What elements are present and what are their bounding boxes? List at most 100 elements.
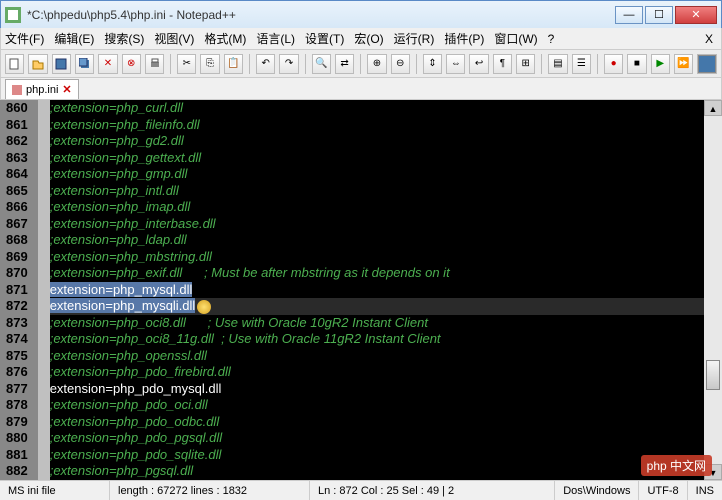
menu-settings[interactable]: 设置(T) (305, 30, 344, 47)
separator (249, 54, 250, 74)
code-line[interactable]: extension=php_mysqli.dll (50, 298, 704, 315)
status-encoding[interactable]: UTF-8 (639, 481, 687, 500)
print-button[interactable] (145, 54, 164, 74)
editor: 8608618628638648658668678688698708718728… (0, 100, 722, 480)
menu-file[interactable]: 文件(F) (5, 30, 44, 47)
tab-close-icon[interactable]: ✕ (62, 83, 71, 96)
cursor-indicator-icon (197, 300, 211, 314)
open-file-button[interactable] (28, 54, 47, 74)
zoom-in-button[interactable]: ⊕ (367, 54, 386, 74)
save-button[interactable] (52, 54, 71, 74)
menu-plugins[interactable]: 插件(P) (444, 30, 484, 47)
toolbar: ✕ ⊗ ✂ ⎘ 📋 ↶ ↷ 🔍 ⇄ ⊕ ⊖ ⇕ ⇔ ↩ ¶ ⊞ ▤ ☰ ● ■ … (0, 50, 722, 78)
vertical-scrollbar: ▲ ▼ (704, 100, 722, 480)
scroll-up-button[interactable]: ▲ (704, 100, 722, 116)
menu-x[interactable]: X (705, 32, 713, 46)
tab-bar: php.ini ✕ (0, 78, 722, 100)
code-line[interactable]: ;extension=php_fileinfo.dll (50, 117, 704, 134)
code-line[interactable]: ;extension=php_gmp.dll (50, 166, 704, 183)
file-modified-icon (12, 85, 22, 95)
code-line[interactable]: ;extension=php_mbstring.dll (50, 249, 704, 266)
separator (305, 54, 306, 74)
doc-map-button[interactable]: ▤ (548, 54, 567, 74)
menu-edit[interactable]: 编辑(E) (54, 30, 94, 47)
cut-button[interactable]: ✂ (177, 54, 196, 74)
code-line[interactable]: ;extension=php_imap.dll (50, 199, 704, 216)
code-line[interactable]: ;extension=php_pdo_sqlite.dll (50, 447, 704, 464)
code-line[interactable]: ;extension=php_exif.dll ; Must be after … (50, 265, 704, 282)
status-eol[interactable]: Dos\Windows (555, 481, 639, 500)
line-number-gutter: 8608618628638648658668678688698708718728… (0, 100, 34, 480)
stop-button[interactable]: ■ (627, 54, 646, 74)
sync-v-button[interactable]: ⇕ (423, 54, 442, 74)
window-buttons: — ☐ ✕ (615, 6, 717, 24)
status-insert-mode[interactable]: INS (688, 481, 722, 500)
copy-button[interactable]: ⎘ (200, 54, 219, 74)
save-macro-button[interactable] (697, 54, 717, 74)
code-line[interactable]: ;extension=php_openssl.dll (50, 348, 704, 365)
fold-margin (38, 100, 50, 480)
status-filetype: MS ini file (0, 481, 110, 500)
paste-button[interactable]: 📋 (224, 54, 243, 74)
close-all-button[interactable]: ⊗ (122, 54, 141, 74)
separator (597, 54, 598, 74)
menu-search[interactable]: 搜索(S) (104, 30, 144, 47)
code-line[interactable]: ;extension=php_oci8_11g.dll ; Use with O… (50, 331, 704, 348)
code-line[interactable]: ;extension=php_interbase.dll (50, 216, 704, 233)
menu-bar: 文件(F) 编辑(E) 搜索(S) 视图(V) 格式(M) 语言(L) 设置(T… (0, 28, 722, 50)
replace-button[interactable]: ⇄ (335, 54, 354, 74)
title-bar: *C:\phpedu\php5.4\php.ini - Notepad++ — … (0, 0, 722, 28)
func-list-button[interactable]: ☰ (572, 54, 591, 74)
minimize-button[interactable]: — (615, 6, 643, 24)
code-line[interactable]: ;extension=php_pdo_firebird.dll (50, 364, 704, 381)
code-area[interactable]: ;extension=php_curl.dll;extension=php_fi… (50, 100, 704, 480)
zoom-out-button[interactable]: ⊖ (391, 54, 410, 74)
tab-php-ini[interactable]: php.ini ✕ (5, 79, 79, 99)
code-line[interactable]: ;extension=php_oci8.dll ; Use with Oracl… (50, 315, 704, 332)
save-all-button[interactable] (75, 54, 94, 74)
code-line[interactable]: ;extension=php_gettext.dll (50, 150, 704, 167)
scroll-thumb[interactable] (706, 360, 720, 390)
find-button[interactable]: 🔍 (312, 54, 331, 74)
code-line[interactable]: ;extension=php_intl.dll (50, 183, 704, 200)
separator (416, 54, 417, 74)
record-button[interactable]: ● (604, 54, 623, 74)
menu-help[interactable]: ? (548, 32, 555, 46)
close-button[interactable]: ✕ (675, 6, 717, 24)
indent-guide-button[interactable]: ⊞ (516, 54, 535, 74)
window-title: *C:\phpedu\php5.4\php.ini - Notepad++ (27, 8, 615, 22)
code-line[interactable]: ;extension=php_pdo_oci.dll (50, 397, 704, 414)
menu-view[interactable]: 视图(V) (154, 30, 194, 47)
play-multi-button[interactable]: ⏩ (674, 54, 693, 74)
app-icon (5, 7, 21, 23)
undo-button[interactable]: ↶ (256, 54, 275, 74)
code-line[interactable]: ;extension=php_pgsql.dll (50, 463, 704, 480)
menu-format[interactable]: 格式(M) (204, 30, 246, 47)
code-line[interactable]: extension=php_pdo_mysql.dll (50, 381, 704, 398)
code-line[interactable]: ;extension=php_curl.dll (50, 100, 704, 117)
watermark: php 中文网 (641, 455, 712, 476)
code-line[interactable]: ;extension=php_pdo_odbc.dll (50, 414, 704, 431)
menu-window[interactable]: 窗口(W) (494, 30, 537, 47)
maximize-button[interactable]: ☐ (645, 6, 673, 24)
menu-run[interactable]: 运行(R) (394, 30, 435, 47)
new-file-button[interactable] (5, 54, 24, 74)
whitespace-button[interactable]: ¶ (493, 54, 512, 74)
separator (360, 54, 361, 74)
status-length: length : 67272 lines : 1832 (110, 481, 310, 500)
separator (541, 54, 542, 74)
menu-lang[interactable]: 语言(L) (256, 30, 295, 47)
redo-button[interactable]: ↷ (279, 54, 298, 74)
sync-h-button[interactable]: ⇔ (446, 54, 465, 74)
wrap-button[interactable]: ↩ (469, 54, 488, 74)
code-line[interactable]: ;extension=php_pdo_pgsql.dll (50, 430, 704, 447)
menu-macro[interactable]: 宏(O) (354, 30, 383, 47)
status-bar: MS ini file length : 67272 lines : 1832 … (0, 480, 722, 500)
code-line[interactable]: extension=php_mysql.dll (50, 282, 704, 299)
code-line[interactable]: ;extension=php_gd2.dll (50, 133, 704, 150)
play-button[interactable]: ▶ (651, 54, 670, 74)
code-line[interactable]: ;extension=php_ldap.dll (50, 232, 704, 249)
scroll-track[interactable] (704, 116, 722, 464)
status-position: Ln : 872 Col : 25 Sel : 49 | 2 (310, 481, 555, 500)
close-file-button[interactable]: ✕ (98, 54, 117, 74)
